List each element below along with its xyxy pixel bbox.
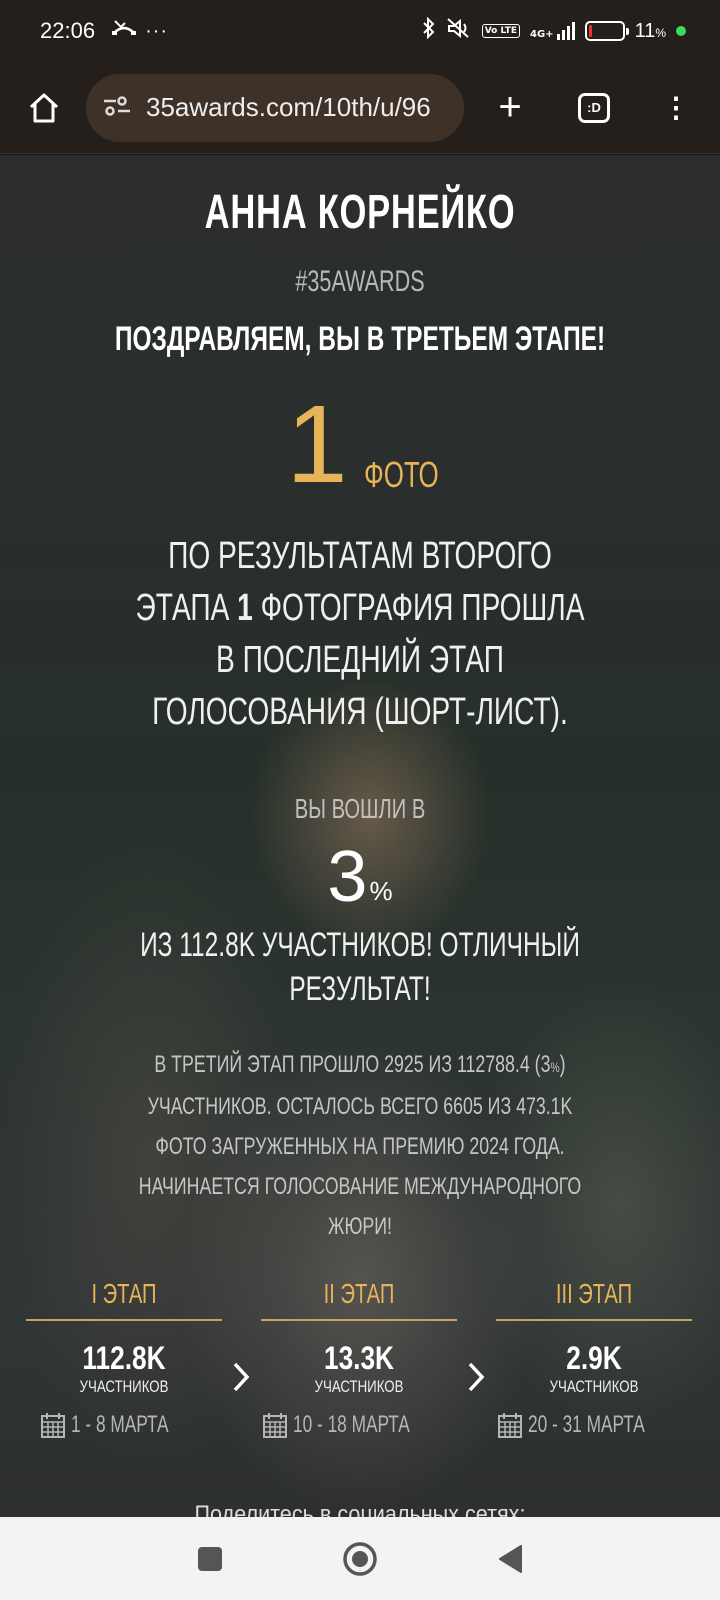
system-navigation-bar [0, 1517, 720, 1600]
stage-participants-count: 13.3K [323, 1340, 395, 1376]
stage-divider [261, 1319, 457, 1321]
percent-value: 3 [327, 837, 368, 917]
stage-3: III ЭТАП 2.9K УЧАСТНИКОВ 20 - 31 МАРТА [496, 1275, 692, 1439]
stage-participants-count: 112.8K [82, 1340, 166, 1376]
stage-caption: УЧАСТНИКОВ [549, 1377, 639, 1396]
participant-name: АННА КОРНЕЙКО [204, 186, 516, 239]
home-button[interactable] [22, 86, 66, 130]
browser-toolbar: 35awards.com/10th/u/96 + :D ⋮ [0, 62, 720, 154]
of-total-text: ИЗ 112.8K УЧАСТНИКОВ! ОТЛИЧНЫЙ РЕЗУЛЬТАТ… [140, 926, 580, 1008]
stage-dates: 1 - 8 МАРТА [26, 1411, 222, 1439]
stage-title: I ЭТАП [91, 1278, 157, 1309]
home-nav-button[interactable] [285, 1529, 435, 1589]
stage-dates: 10 - 18 МАРТА [261, 1411, 457, 1439]
calendar-icon [497, 1413, 522, 1438]
chevron-right-icon [226, 1357, 256, 1397]
tab-switcher-button[interactable]: :D [572, 86, 616, 130]
new-tab-button[interactable]: + [488, 85, 532, 130]
photo-count-block: 1 ФОТО [0, 390, 720, 500]
volte-icon: Vo LTE [481, 24, 521, 38]
circle-icon [343, 1541, 377, 1576]
hashtag: #35AWARDS [295, 265, 425, 298]
clock: 22:06 [40, 18, 96, 43]
battery-icon [584, 21, 629, 41]
battery-percentage: 11% [634, 19, 666, 42]
status-bar: 22:06 ··· Vo LTE 4G+ 11% [0, 0, 720, 62]
stage-dates-text: 20 - 31 МАРТА [527, 1411, 645, 1438]
more-notifications-icon: ··· [145, 19, 169, 42]
result-count: 1 [237, 587, 253, 629]
stages-timeline: I ЭТАП 112.8K УЧАСТНИКОВ 1 - 8 МАРТА II … [26, 1275, 696, 1438]
entered-label: ВЫ ВОШЛИ В [294, 793, 426, 824]
photo-unit-label: ФОТО [363, 454, 439, 495]
silent-mode-icon [446, 17, 472, 45]
home-icon [29, 93, 59, 122]
stage-title: III ЭТАП [555, 1278, 633, 1309]
congrats-heading: ПОЗДРАВЛЯЕМ, ВЫ В ТРЕТЬЕМ ЭТАПЕ! [114, 320, 606, 358]
details-text: В ТРЕТИЙ ЭТАП ПРОШЛО 2925 ИЗ 112788.4 (3… [138, 1051, 582, 1240]
share-label: Поделитесь в социальных сетях: [194, 1501, 526, 1517]
stage-divider [496, 1319, 692, 1321]
stage-caption: УЧАСТНИКОВ [79, 1377, 169, 1396]
percent-block: 3 % [0, 833, 720, 913]
stage-participants-count: 2.9K [566, 1340, 622, 1376]
browser-menu-button[interactable]: ⋮ [654, 86, 698, 130]
stage-dates-text: 10 - 18 МАРТА [292, 1411, 410, 1438]
privacy-indicator-dot [676, 26, 686, 36]
bluetooth-icon [422, 16, 436, 45]
result-text: ПО РЕЗУЛЬТАТАМ ВТОРОГО ЭТАПА 1 ФОТОГРАФИ… [135, 535, 585, 733]
battery-level-fill [588, 25, 593, 37]
tab-count-label: :D [578, 92, 610, 123]
back-button[interactable] [435, 1529, 585, 1589]
stage-divider [26, 1319, 222, 1321]
url-text[interactable]: 35awards.com/10th/u/96 [146, 92, 431, 123]
stage-dates-text: 1 - 8 МАРТА [71, 1411, 169, 1438]
triangle-back-icon [499, 1544, 522, 1573]
percent-sign: % [369, 876, 393, 906]
address-bar[interactable]: 35awards.com/10th/u/96 [86, 73, 464, 142]
recents-button[interactable] [135, 1529, 285, 1589]
network-type-label: 4G+ [530, 29, 554, 40]
calendar-icon [41, 1413, 66, 1438]
photo-count: 1 [286, 383, 348, 506]
cellular-signal-icon: 4G+ [530, 22, 575, 40]
calendar-icon [262, 1413, 287, 1438]
stage-2: II ЭТАП 13.3K УЧАСТНИКОВ 10 - 18 МАРТА [261, 1275, 457, 1439]
stage-title: II ЭТАП [323, 1278, 395, 1309]
chevron-right-icon [461, 1357, 491, 1397]
page-content: АННА КОРНЕЙКО #35AWARDS ПОЗДРАВЛЯЕМ, ВЫ … [0, 155, 720, 1517]
stage-1: I ЭТАП 112.8K УЧАСТНИКОВ 1 - 8 МАРТА [26, 1275, 222, 1439]
site-settings-icon[interactable] [102, 94, 132, 122]
stage-dates: 20 - 31 МАРТА [496, 1411, 692, 1439]
missed-call-icon [111, 19, 137, 43]
square-icon [198, 1546, 222, 1571]
stage-caption: УЧАСТНИКОВ [314, 1377, 404, 1396]
